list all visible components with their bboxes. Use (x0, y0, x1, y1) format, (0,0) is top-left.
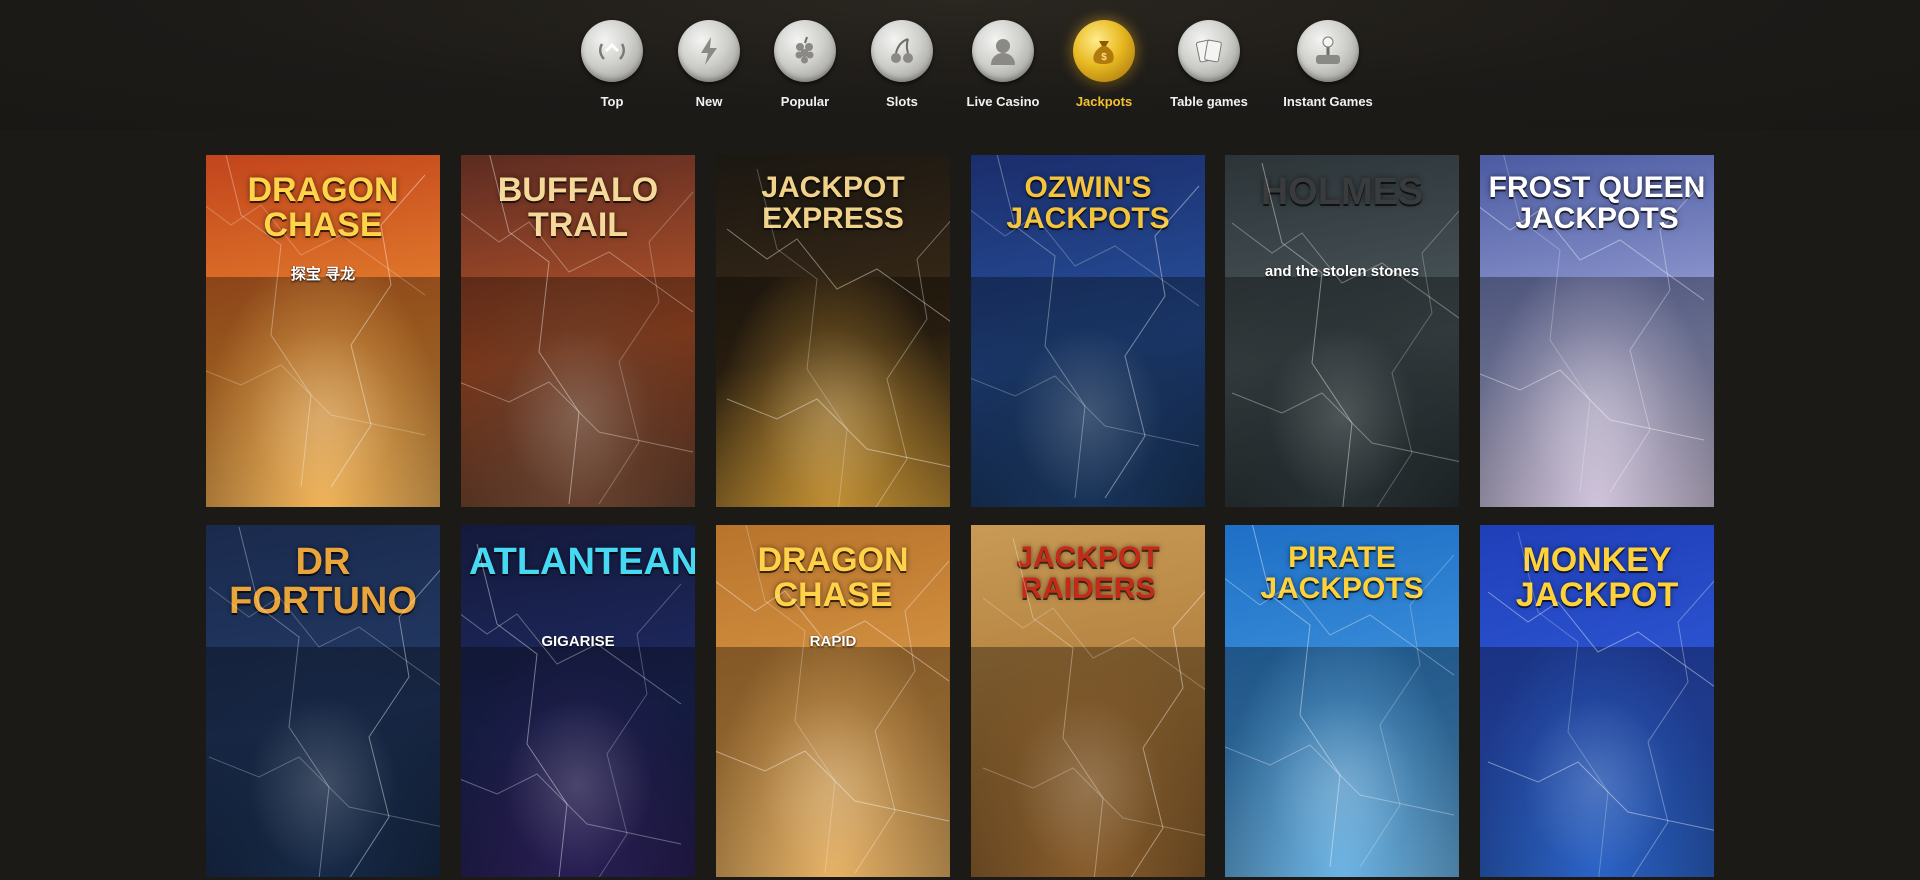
game-title: DRAGON CHASE (757, 541, 909, 614)
game-tile[interactable]: JACKPOT RAIDERS (971, 525, 1205, 877)
money-bag-icon: $ (1073, 20, 1135, 82)
game-title: Pirate Jackpots (1260, 541, 1424, 605)
category-label: New (695, 94, 723, 109)
game-artwork (1225, 277, 1459, 507)
game-title: JACKPOT EXPRESS (761, 171, 905, 235)
game-artwork (971, 277, 1205, 507)
game-title: ATLANTEAN (469, 541, 695, 583)
game-artwork (1480, 647, 1714, 877)
game-artwork (716, 647, 950, 877)
game-tile[interactable]: ATLANTEAN GIGARISE (461, 525, 695, 877)
game-artwork (206, 647, 440, 877)
game-subtitle: RAPID (809, 633, 857, 650)
game-title: BUFFALO TRAIL (497, 171, 659, 244)
category-label: Instant Games (1283, 94, 1373, 109)
category-popular[interactable]: Popular (765, 20, 845, 109)
laurel-arrow-icon (581, 20, 643, 82)
dealer-bust-icon (972, 20, 1034, 82)
game-artwork (1480, 277, 1714, 507)
category-live-casino[interactable]: Live Casino (963, 20, 1043, 109)
game-tile[interactable]: OZWIN'S JACKPOTS (971, 155, 1205, 507)
lightning-icon (678, 20, 740, 82)
category-label: Table games (1170, 94, 1248, 109)
game-artwork (971, 647, 1205, 877)
category-jackpots[interactable]: $ Jackpots (1064, 20, 1144, 109)
game-title: MONKEY JACKPOT (1515, 541, 1679, 614)
category-table-games[interactable]: Table games (1169, 20, 1249, 109)
joystick-icon (1297, 20, 1359, 82)
game-artwork (461, 277, 695, 507)
game-title: HOLMES (1260, 171, 1424, 213)
category-instant-games[interactable]: Instant Games (1283, 20, 1373, 109)
category-label: Slots (886, 94, 918, 109)
game-tile[interactable]: DR FORTUNO (206, 525, 440, 877)
playing-cards-icon (1178, 20, 1240, 82)
game-tile[interactable]: FROST QUEEN JACKPOTS (1480, 155, 1714, 507)
category-label: Live Casino (966, 94, 1040, 109)
svg-text:$: $ (1101, 52, 1107, 63)
cherries-icon (871, 20, 933, 82)
game-tile[interactable]: JACKPOT EXPRESS (716, 155, 950, 507)
game-artwork (1225, 647, 1459, 877)
category-label: Top (600, 94, 624, 109)
game-artwork (461, 647, 695, 877)
game-tile[interactable]: DRAGON CHASE RAPID (716, 525, 950, 877)
game-title: DR FORTUNO (229, 541, 417, 622)
category-slots[interactable]: Slots (862, 20, 942, 109)
category-nav-bar (0, 0, 1920, 130)
grapes-icon (774, 20, 836, 82)
game-tile[interactable]: BUFFALO TRAIL (461, 155, 695, 507)
category-top[interactable]: Top (572, 20, 652, 109)
game-title: DRAGON CHASE (247, 171, 399, 244)
category-new[interactable]: New (669, 20, 749, 109)
game-tile[interactable]: MONKEY JACKPOT (1480, 525, 1714, 877)
category-label: Popular (780, 94, 830, 109)
game-title: OZWIN'S JACKPOTS (1006, 171, 1170, 235)
game-title: FROST QUEEN JACKPOTS (1488, 171, 1706, 235)
game-subtitle: and the stolen stones (1264, 263, 1420, 280)
game-tile[interactable]: DRAGON CHASE 探宝 寻龙 (206, 155, 440, 507)
game-tile[interactable]: Pirate Jackpots (1225, 525, 1459, 877)
game-artwork (206, 277, 440, 507)
game-subtitle: GIGARISE (541, 633, 615, 650)
game-title: JACKPOT RAIDERS (1016, 541, 1160, 605)
category-label: Jackpots (1075, 94, 1133, 109)
game-tile[interactable]: HOLMES and the stolen stones (1225, 155, 1459, 507)
game-artwork (716, 277, 950, 507)
game-subtitle: 探宝 寻龙 (290, 266, 356, 283)
